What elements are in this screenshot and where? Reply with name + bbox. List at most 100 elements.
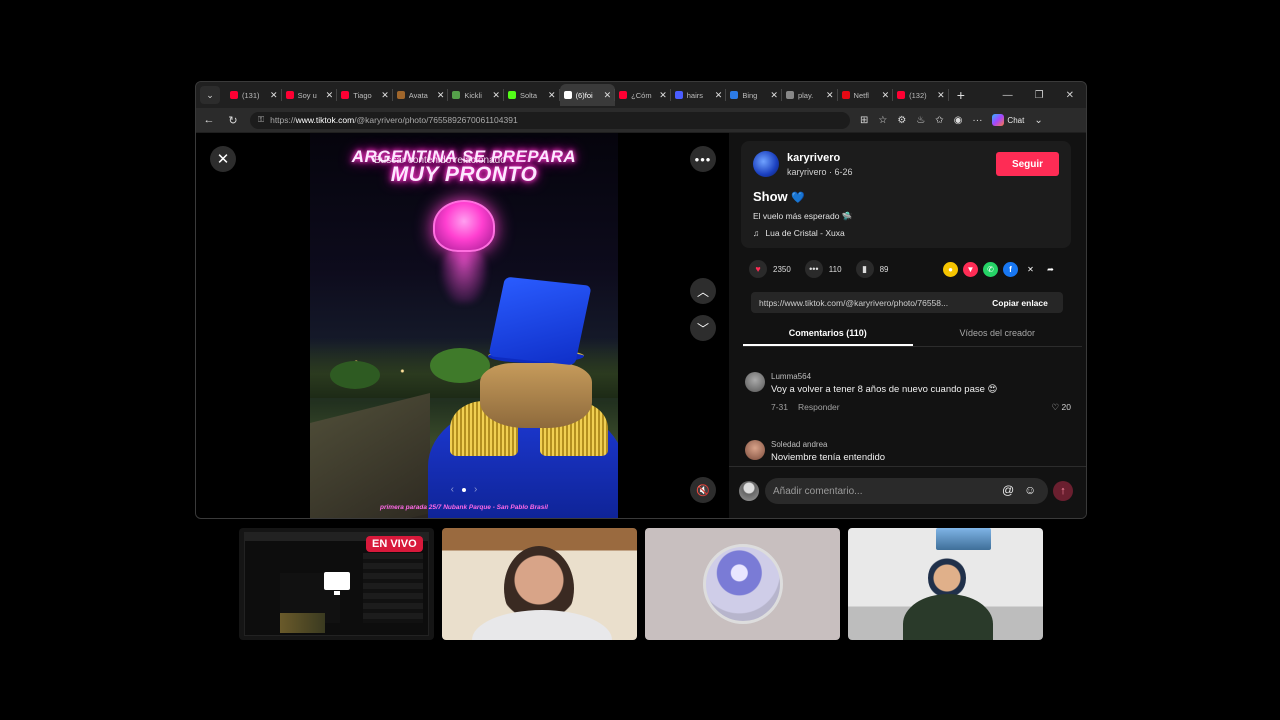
browser-tab[interactable]: play. ✕: [782, 84, 838, 106]
browser-tab[interactable]: Kickli ✕: [448, 84, 504, 106]
commenter-name[interactable]: Soledad andrea: [771, 440, 828, 449]
tab-close-icon[interactable]: ✕: [492, 90, 500, 101]
url-field[interactable]: ⚿ https://www.tiktok.com/@karyrivero/pho…: [250, 111, 850, 129]
more-options-icon[interactable]: •••: [690, 146, 716, 172]
tab-creator-videos[interactable]: Vídeos del creador: [913, 323, 1083, 346]
chevron-down-icon[interactable]: ﹀: [690, 315, 716, 341]
favorites-icon[interactable]: ✩: [935, 115, 943, 126]
tab-close-icon[interactable]: ✕: [826, 90, 834, 101]
reload-icon[interactable]: ↻: [226, 114, 240, 127]
chevron-down-icon[interactable]: ⌄: [1034, 115, 1042, 126]
whatsapp-share-icon[interactable]: ✆: [983, 262, 998, 277]
close-window-icon[interactable]: ✕: [1066, 90, 1074, 101]
music-row[interactable]: ♫ Lua de Cristal - Xuxa: [753, 228, 845, 238]
tab-close-icon[interactable]: ✕: [937, 90, 945, 101]
copilot-chat-button[interactable]: Chat: [992, 114, 1024, 126]
thumb-image: [280, 613, 325, 633]
reply-button[interactable]: Responder: [798, 402, 840, 412]
tab-favicon-icon: [897, 91, 906, 99]
coin-share-icon[interactable]: ●: [943, 262, 958, 277]
x-share-icon[interactable]: ✕: [1023, 262, 1038, 277]
info-pane: karyrivero karyrivero · 6-26 Seguir Show…: [729, 133, 1086, 518]
avatar[interactable]: [753, 151, 779, 177]
next-photo-icon[interactable]: ›: [474, 484, 477, 495]
commenter-name[interactable]: Lumma564: [771, 372, 811, 381]
profile-avatar-icon[interactable]: ◉: [954, 115, 963, 126]
browser-tab[interactable]: Avata ✕: [393, 84, 449, 106]
browser-tab[interactable]: (132) ✕: [893, 84, 949, 106]
follow-button[interactable]: Seguir: [996, 152, 1059, 176]
prev-photo-icon[interactable]: ‹: [451, 484, 454, 495]
tab-comments[interactable]: Comentarios (110): [743, 323, 913, 346]
performance-icon[interactable]: ♨: [916, 115, 925, 126]
menu-dots-icon[interactable]: ···: [972, 115, 982, 126]
comment-text: Voy a volver a tener 8 años de nuevo cua…: [771, 384, 998, 395]
more-share-icon[interactable]: ➦: [1043, 262, 1058, 277]
post-description: El vuelo más esperado 🛸: [753, 211, 853, 221]
emoji-icon[interactable]: ☺: [1024, 483, 1036, 497]
url-scheme: https://: [270, 115, 296, 125]
extensions-icon[interactable]: ⚙: [897, 115, 906, 126]
tab-close-icon[interactable]: ✕: [326, 90, 334, 101]
save-button[interactable]: ▮ 89: [855, 260, 888, 278]
post-link[interactable]: https://www.tiktok.com/@karyrivero/photo…: [759, 298, 977, 308]
user-subline: karyrivero · 6-26: [787, 167, 853, 177]
browser-tab[interactable]: (131) ✕: [226, 84, 282, 106]
browser-tab[interactable]: hairs ✕: [671, 84, 727, 106]
tab-favicon-icon: [674, 91, 683, 99]
restore-icon[interactable]: ❐: [1035, 90, 1044, 101]
participant-tile[interactable]: [442, 528, 637, 640]
mention-icon[interactable]: @: [1002, 483, 1014, 497]
mute-icon[interactable]: 🔇: [690, 477, 716, 503]
participant-tile[interactable]: [848, 528, 1043, 640]
tab-title: (6)foi: [575, 90, 593, 100]
wall: [310, 393, 430, 518]
chevron-up-icon[interactable]: ︿: [690, 278, 716, 304]
commenter-avatar[interactable]: [745, 440, 765, 460]
tab-close-icon[interactable]: ✕: [270, 90, 278, 101]
facebook-share-icon[interactable]: f: [1003, 262, 1018, 277]
blue-hat: [488, 276, 592, 366]
photo-pager: ‹ ›: [310, 484, 618, 495]
copy-link-button[interactable]: Copiar enlace: [977, 292, 1063, 313]
back-icon[interactable]: ←: [202, 114, 216, 126]
username[interactable]: karyrivero: [787, 152, 840, 164]
tab-list-button[interactable]: ⌄: [200, 86, 220, 104]
tab-close-icon[interactable]: ✕: [715, 90, 723, 101]
comment-like-button[interactable]: ♡ 20: [1052, 402, 1071, 413]
browser-tab[interactable]: Netfl ✕: [838, 84, 894, 106]
browser-tab[interactable]: (6)foi ✕: [559, 84, 616, 106]
participant-tile-screen-share[interactable]: EN VIVO: [239, 528, 434, 640]
split-screen-icon[interactable]: ⊞: [860, 115, 868, 126]
tab-title: Solta: [519, 90, 538, 100]
post-photo[interactable]: ARGENTINA SE PREPARA MUY PRONTO Buscar c…: [310, 133, 618, 518]
action-bar: ♥ 2350 ••• 110 ▮ 89: [749, 260, 888, 278]
send-icon[interactable]: ↑: [1053, 481, 1073, 501]
tab-close-icon[interactable]: ✕: [604, 90, 612, 101]
site-info-icon[interactable]: ⚿: [258, 115, 264, 125]
browser-tab[interactable]: Tiago ✕: [337, 84, 393, 106]
tab-close-icon[interactable]: ✕: [659, 90, 667, 101]
tab-close-icon[interactable]: ✕: [770, 90, 778, 101]
browser-tab[interactable]: Soy u ✕: [282, 84, 338, 106]
post-card: karyrivero karyrivero · 6-26 Seguir Show…: [741, 141, 1071, 248]
tab-close-icon[interactable]: ✕: [548, 90, 556, 101]
minimize-icon[interactable]: —: [1003, 90, 1013, 101]
favorite-star-icon[interactable]: ☆: [878, 115, 887, 126]
browser-tab[interactable]: Solta ✕: [504, 84, 560, 106]
commenter-avatar[interactable]: [745, 372, 765, 392]
participant-tile[interactable]: [645, 528, 840, 640]
tab-close-icon[interactable]: ✕: [882, 90, 890, 101]
tiktok-share-icon[interactable]: ▼: [963, 262, 978, 277]
close-icon[interactable]: ✕: [210, 146, 236, 172]
new-tab-button[interactable]: +: [957, 87, 965, 103]
related-search-overlay[interactable]: Buscar contenido relacionado: [374, 155, 506, 166]
comment-button[interactable]: ••• 110: [804, 260, 842, 278]
tab-close-icon[interactable]: ✕: [437, 90, 445, 101]
browser-tab[interactable]: ¿Cóm ✕: [615, 84, 671, 106]
like-button[interactable]: ♥ 2350: [749, 260, 791, 278]
tab-close-icon[interactable]: ✕: [381, 90, 389, 101]
tab-favicon-icon: [841, 91, 850, 99]
tab-title: Tiago: [353, 90, 372, 100]
browser-tab[interactable]: Bing ✕: [726, 84, 782, 106]
